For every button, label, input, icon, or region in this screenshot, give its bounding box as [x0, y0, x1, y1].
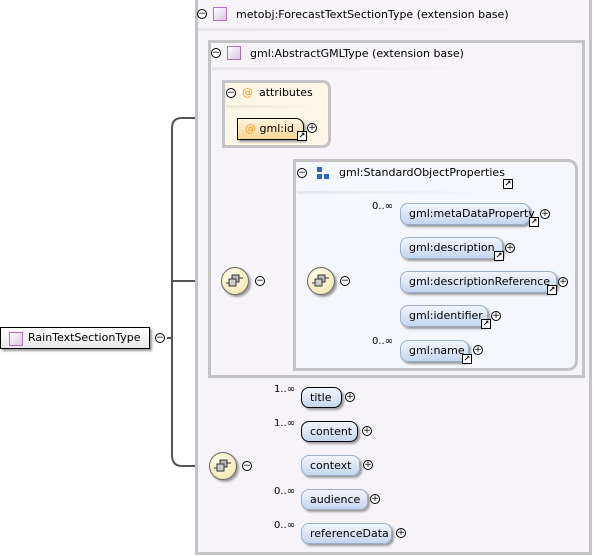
group-label: gml:StandardObjectProperties — [339, 166, 505, 179]
element-label: context — [310, 459, 352, 472]
element-label: title — [310, 391, 332, 404]
element-label: audience — [310, 493, 361, 506]
complex-type-icon — [9, 332, 23, 346]
attribute-gml-id[interactable]: @ gml:id — [237, 118, 304, 140]
expand-icon[interactable]: + — [307, 123, 317, 133]
collapse-icon[interactable]: − — [297, 167, 307, 178]
collapse-icon[interactable]: − — [226, 87, 236, 98]
complex-type-icon — [227, 46, 241, 60]
reference-arrow-icon[interactable]: ↗ — [529, 217, 539, 227]
sequence-compositor[interactable] — [307, 267, 335, 295]
expand-icon[interactable]: + — [362, 426, 372, 436]
root-label: RainTextSectionType — [28, 331, 141, 344]
reference-arrow-icon[interactable]: ↗ — [297, 131, 307, 141]
collapse-icon[interactable]: − — [211, 48, 221, 58]
expand-icon[interactable]: + — [345, 392, 355, 402]
element-label: gml:descriptionReference — [409, 275, 551, 288]
element-gml-description[interactable]: gml:description — [400, 237, 503, 259]
extension-inner-header: − gml:AbstractGMLType (extension base) — [211, 46, 464, 60]
collapse-icon[interactable]: − — [340, 276, 350, 286]
divider — [226, 105, 316, 108]
collapse-icon[interactable]: − — [242, 461, 252, 471]
complex-type-icon — [213, 7, 227, 21]
element-label: gml:metaDataProperty — [409, 207, 535, 220]
reference-arrow-icon[interactable]: ↗ — [547, 285, 557, 295]
divider — [297, 191, 497, 194]
extension-outer-label: metobj:ForecastTextSectionType (extensio… — [236, 7, 509, 21]
reference-arrow-icon[interactable]: ↗ — [462, 354, 472, 364]
element-gml-metadataproperty[interactable]: gml:metaDataProperty — [400, 203, 535, 225]
element-content[interactable]: content — [301, 421, 358, 442]
collapse-icon[interactable]: − — [255, 276, 265, 286]
attribute-label: gml:id — [259, 122, 295, 135]
cardinality: 0..∞ — [372, 201, 394, 212]
element-label: gml:identifier — [409, 309, 483, 322]
divider — [198, 28, 498, 31]
sequence-compositor[interactable] — [221, 267, 249, 295]
attribute-icon: @ — [242, 86, 253, 99]
element-context[interactable]: context — [301, 455, 360, 476]
element-gml-name[interactable]: gml:name — [400, 340, 469, 362]
expand-icon[interactable]: + — [370, 494, 380, 504]
cardinality: 0..∞ — [274, 486, 296, 497]
element-label: gml:name — [409, 344, 465, 357]
element-label: content — [310, 425, 353, 438]
sequence-icon — [312, 274, 329, 287]
element-gml-descriptionreference[interactable]: gml:descriptionReference — [400, 271, 557, 293]
collapse-root-icon[interactable]: − — [155, 333, 165, 343]
attribute-icon: @ — [245, 122, 256, 135]
extension-inner-label: gml:AbstractGMLType (extension base) — [250, 46, 464, 60]
cardinality: 1..∞ — [274, 384, 296, 395]
expand-icon[interactable]: + — [558, 277, 568, 287]
reference-arrow-icon[interactable]: ↗ — [503, 179, 513, 189]
extension-outer-header: − metobj:ForecastTextSectionType (extens… — [197, 7, 509, 21]
expand-icon[interactable]: + — [396, 528, 406, 538]
expand-icon[interactable]: + — [491, 311, 501, 321]
sequence-icon — [226, 274, 243, 287]
expand-icon[interactable]: + — [473, 345, 483, 355]
element-label: gml:description — [409, 241, 495, 254]
sequence-compositor[interactable] — [209, 452, 237, 480]
cardinality: 0..∞ — [372, 336, 394, 347]
element-label: referenceData — [310, 527, 389, 540]
attributes-header: − @ attributes — [226, 86, 313, 99]
divider — [212, 67, 482, 70]
cardinality: 0..∞ — [274, 520, 296, 531]
expand-icon[interactable]: + — [363, 460, 373, 470]
element-gml-identifier[interactable]: gml:identifier — [400, 305, 488, 327]
group-icon — [317, 166, 329, 179]
collapse-icon[interactable]: − — [197, 9, 207, 19]
cardinality: 1..∞ — [274, 418, 296, 429]
element-referencedata[interactable]: referenceData — [301, 523, 392, 544]
reference-arrow-icon[interactable]: ↗ — [494, 251, 504, 261]
element-audience[interactable]: audience — [301, 489, 368, 510]
reference-arrow-icon[interactable]: ↗ — [481, 319, 491, 329]
attributes-label: attributes — [259, 86, 313, 99]
expand-icon[interactable]: + — [505, 243, 515, 253]
expand-icon[interactable]: + — [540, 209, 550, 219]
group-header: − gml:StandardObjectProperties — [297, 166, 505, 179]
element-title[interactable]: title — [301, 387, 342, 408]
sequence-icon — [214, 459, 231, 472]
root-element[interactable]: RainTextSectionType — [0, 327, 150, 349]
